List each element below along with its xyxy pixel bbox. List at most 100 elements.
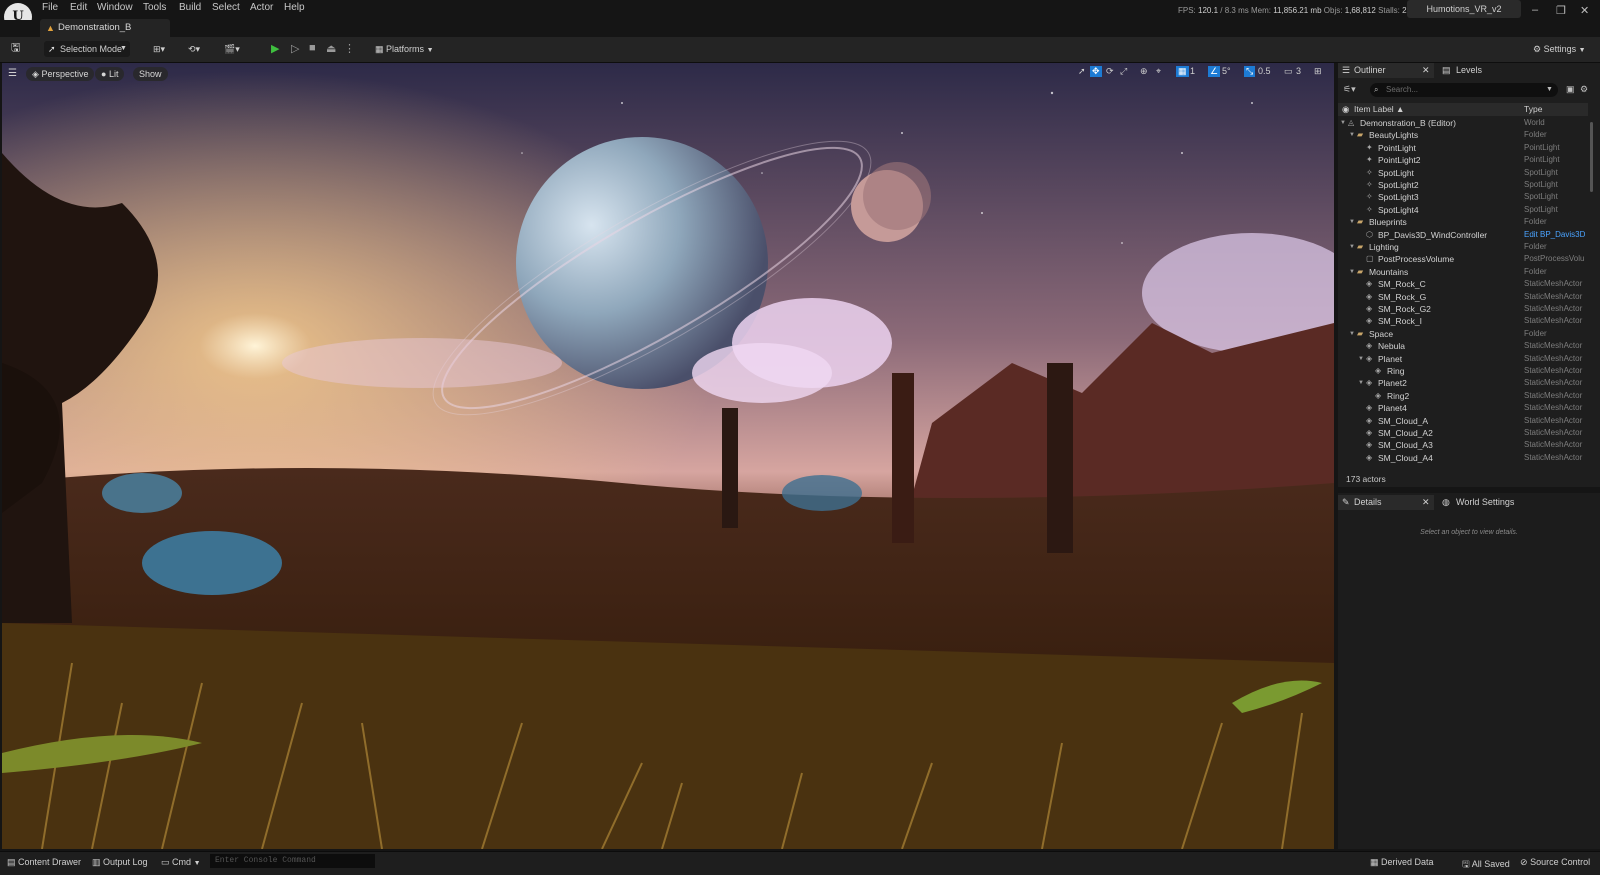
- outliner-search-input[interactable]: ⌕ Search... ▼: [1370, 83, 1558, 97]
- minimize-icon[interactable]: –: [1532, 4, 1538, 16]
- menu-actor[interactable]: Actor: [250, 2, 273, 13]
- all-saved-button[interactable]: 🖫 All Saved: [1462, 857, 1510, 873]
- outliner-row[interactable]: ▼ ▰ Mountains Folder: [1338, 267, 1588, 279]
- level-viewport[interactable]: [2, 63, 1334, 849]
- outliner-row[interactable]: ▼ ◈ Planet2 StaticMeshActor: [1338, 378, 1588, 390]
- outliner-row[interactable]: ▼ ▰ BeautyLights Folder: [1338, 130, 1588, 142]
- outliner-row[interactable]: ◈ SM_Rock_G2 StaticMeshActor: [1338, 304, 1588, 316]
- source-control-button[interactable]: ⊘ Source Control: [1520, 857, 1590, 868]
- menu-file[interactable]: File: [42, 2, 58, 13]
- outliner-row[interactable]: ▼ ▰ Lighting Folder: [1338, 242, 1588, 254]
- viewport-layout-icon[interactable]: ⊞: [1314, 66, 1322, 77]
- platforms-dropdown[interactable]: ▦ Platforms ▼: [375, 42, 434, 57]
- translate-tool-icon[interactable]: ✥: [1090, 66, 1102, 77]
- menu-help[interactable]: Help: [284, 2, 305, 13]
- expand-arrow-icon[interactable]: ▼: [1349, 244, 1355, 250]
- derived-data-button[interactable]: ▦ Derived Data: [1370, 857, 1434, 868]
- expand-arrow-icon[interactable]: ▼: [1349, 132, 1355, 138]
- outliner-settings-icon[interactable]: ⚙: [1580, 84, 1588, 95]
- outliner-row[interactable]: ✦ PointLight PointLight: [1338, 143, 1588, 155]
- lit-button[interactable]: ● Lit: [95, 67, 125, 81]
- perspective-button[interactable]: ◈ Perspective: [26, 67, 95, 81]
- menu-window[interactable]: Window: [97, 2, 133, 13]
- outliner-row[interactable]: ◈ Ring2 StaticMeshActor: [1338, 391, 1588, 403]
- rotation-snap-icon[interactable]: ∠: [1208, 66, 1221, 77]
- eject-icon[interactable]: ⏏: [326, 42, 336, 55]
- menu-build[interactable]: Build: [179, 2, 201, 13]
- close-tab-icon[interactable]: ✕: [1422, 63, 1430, 78]
- outliner-row[interactable]: ▼ ◬ Demonstration_B (Editor) World: [1338, 118, 1588, 130]
- step-icon[interactable]: ▷: [291, 42, 299, 55]
- grid-snap-value[interactable]: 1: [1190, 66, 1195, 76]
- add-actor-icon[interactable]: ⊞▾: [153, 42, 165, 57]
- outliner-row[interactable]: ✧ SpotLight3 SpotLight: [1338, 192, 1588, 204]
- expand-arrow-icon[interactable]: ▼: [1358, 380, 1364, 386]
- outliner-row[interactable]: ✧ SpotLight2 SpotLight: [1338, 180, 1588, 192]
- hamburger-icon[interactable]: ☰: [8, 68, 17, 79]
- outliner-row[interactable]: ▼ ▰ Blueprints Folder: [1338, 217, 1588, 229]
- cmd-dropdown[interactable]: ▭ Cmd ▼: [161, 857, 201, 868]
- grid-snap-icon[interactable]: ▦: [1176, 66, 1189, 77]
- surface-snap-icon[interactable]: ⌖: [1156, 66, 1161, 77]
- outliner-row[interactable]: ◈ SM_Cloud_A StaticMeshActor: [1338, 416, 1588, 428]
- stop-icon[interactable]: ■: [309, 42, 316, 54]
- scale-snap-value[interactable]: 0.5: [1258, 66, 1271, 76]
- cinematics-icon[interactable]: 🎬▾: [224, 42, 240, 57]
- camera-speed-value[interactable]: 3: [1296, 66, 1301, 76]
- outliner-row[interactable]: ◈ Ring StaticMeshActor: [1338, 366, 1588, 378]
- outliner-row[interactable]: ◈ Planet4 StaticMeshActor: [1338, 403, 1588, 415]
- outliner-row[interactable]: ◈ SM_Rock_I StaticMeshActor: [1338, 316, 1588, 328]
- outliner-row[interactable]: ✧ SpotLight4 SpotLight: [1338, 205, 1588, 217]
- outliner-row[interactable]: ▢ PostProcessVolume PostProcessVolu: [1338, 254, 1588, 266]
- outliner-row[interactable]: ◈ SM_Cloud_A2 StaticMeshActor: [1338, 428, 1588, 440]
- close-tab-icon[interactable]: ✕: [1422, 495, 1430, 510]
- more-options-icon[interactable]: ⋮: [344, 42, 355, 55]
- selection-mode-dropdown[interactable]: ➚ Selection Mode ▼: [44, 41, 130, 57]
- visibility-icon[interactable]: ◉: [1342, 103, 1349, 116]
- outliner-row-type[interactable]: Edit BP_Davis3D: [1524, 230, 1585, 239]
- outliner-row[interactable]: ✦ PointLight2 PointLight: [1338, 155, 1588, 167]
- levels-tab[interactable]: ▤ Levels: [1440, 63, 1510, 78]
- outliner-row[interactable]: ▼ ◈ Planet StaticMeshActor: [1338, 354, 1588, 366]
- world-settings-tab[interactable]: ◍ World Settings: [1440, 495, 1530, 510]
- restore-icon[interactable]: ❐: [1556, 4, 1566, 17]
- outliner-row[interactable]: ◈ SM_Cloud_A4 StaticMeshActor: [1338, 453, 1588, 465]
- close-window-icon[interactable]: ✕: [1580, 4, 1589, 17]
- column-type[interactable]: Type: [1524, 103, 1542, 116]
- outliner-row[interactable]: ✧ SpotLight SpotLight: [1338, 168, 1588, 180]
- expand-arrow-icon[interactable]: ▼: [1349, 269, 1355, 275]
- expand-arrow-icon[interactable]: ▼: [1358, 356, 1364, 362]
- menu-edit[interactable]: Edit: [70, 2, 87, 13]
- scale-tool-icon[interactable]: ⤢: [1120, 66, 1127, 77]
- select-tool-icon[interactable]: ➚: [1078, 66, 1086, 77]
- scale-snap-icon[interactable]: ⤡: [1244, 66, 1256, 77]
- outliner-scrollbar[interactable]: [1590, 122, 1593, 192]
- save-icon[interactable]: 🖫: [11, 41, 20, 56]
- menu-select[interactable]: Select: [212, 2, 240, 13]
- add-folder-icon[interactable]: ▣: [1566, 84, 1575, 95]
- expand-arrow-icon[interactable]: ▼: [1340, 120, 1346, 126]
- outliner-row[interactable]: ⬡ BP_Davis3D_WindController Edit BP_Davis3…: [1338, 230, 1588, 242]
- column-item-label[interactable]: Item Label ▲: [1354, 103, 1404, 116]
- settings-dropdown[interactable]: ⚙ Settings ▼: [1533, 42, 1586, 57]
- content-drawer-button[interactable]: ▤ Content Drawer: [7, 857, 81, 868]
- expand-arrow-icon[interactable]: ▼: [1349, 331, 1355, 337]
- level-tab[interactable]: ▲ Demonstration_B: [40, 19, 170, 37]
- outliner-row[interactable]: ▼ ▰ Space Folder: [1338, 329, 1588, 341]
- outliner-row[interactable]: ◈ SM_Rock_C StaticMeshActor: [1338, 279, 1588, 291]
- output-log-button[interactable]: ▥ Output Log: [92, 857, 148, 868]
- menu-tools[interactable]: Tools: [143, 2, 166, 13]
- outliner-tab[interactable]: ☰ Outliner ✕: [1338, 63, 1434, 78]
- play-icon[interactable]: ▶: [271, 42, 279, 55]
- rotation-snap-value[interactable]: 5°: [1222, 66, 1231, 76]
- show-button[interactable]: Show: [133, 67, 168, 81]
- expand-arrow-icon[interactable]: ▼: [1349, 219, 1355, 225]
- rotate-tool-icon[interactable]: ⟳: [1106, 66, 1114, 77]
- camera-speed-icon[interactable]: ▭: [1284, 66, 1293, 77]
- outliner-row[interactable]: ◈ Nebula StaticMeshActor: [1338, 341, 1588, 353]
- filter-icon[interactable]: ⚟▾: [1343, 84, 1356, 95]
- outliner-row[interactable]: ◈ SM_Rock_G StaticMeshActor: [1338, 292, 1588, 304]
- outliner-row[interactable]: ◈ SM_Cloud_A3 StaticMeshActor: [1338, 440, 1588, 452]
- world-space-icon[interactable]: ⊕: [1140, 66, 1148, 77]
- console-input[interactable]: Enter Console Command: [210, 854, 375, 868]
